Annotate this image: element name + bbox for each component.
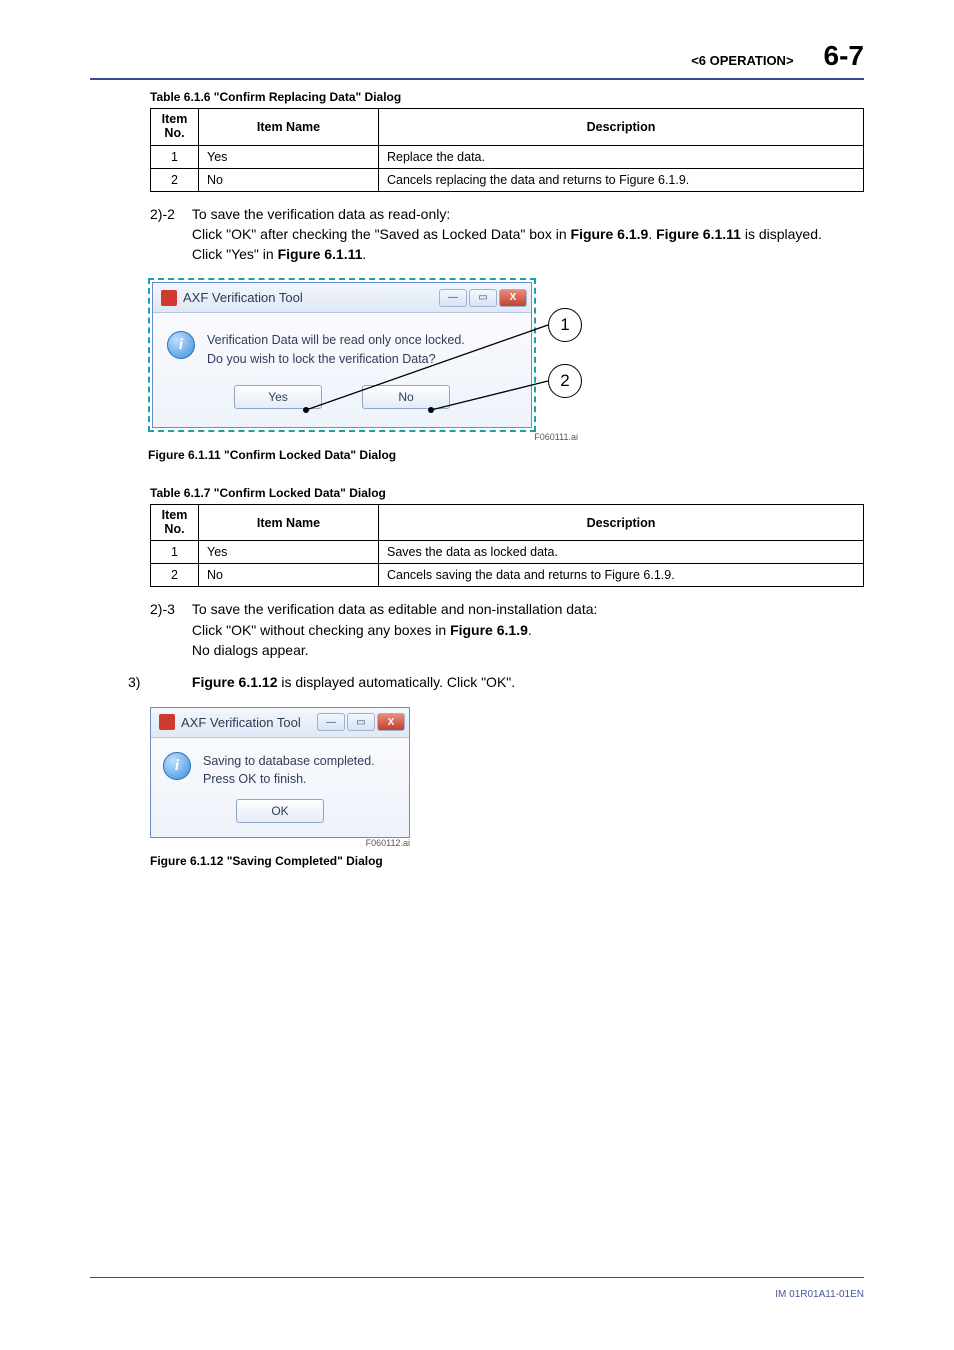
figure-ref: Figure 6.1.9: [571, 226, 649, 242]
step-text: Click "OK" after checking the "Saved as …: [192, 226, 571, 242]
step-text: is displayed automatically. Click "OK".: [277, 674, 515, 690]
dialog-message: Verification Data will be read only once…: [207, 333, 465, 347]
table-caption: Table 6.1.6 "Confirm Replacing Data" Dia…: [150, 90, 864, 104]
step-3: 3) Figure 6.1.12 is displayed automatica…: [128, 672, 864, 692]
figure-caption: Figure 6.1.12 "Saving Completed" Dialog: [150, 854, 864, 868]
close-button[interactable]: X: [377, 713, 405, 731]
figure-ref: Figure 6.1.12: [192, 674, 278, 690]
document-code: IM 01R01A11-01EN: [775, 1289, 864, 1300]
maximize-button[interactable]: ▭: [469, 289, 497, 307]
ok-button[interactable]: OK: [236, 799, 324, 823]
dialog-message: Saving to database completed.: [203, 754, 375, 768]
step-label: 2)-2: [150, 204, 188, 224]
dialog-titlebar: AXF Verification Tool — ▭ X: [153, 283, 531, 313]
dialog-message: Press OK to finish.: [203, 772, 307, 786]
minimize-button[interactable]: —: [317, 713, 345, 731]
figure-ref-code: F060111.ai: [148, 432, 578, 442]
cell-no: 1: [151, 145, 199, 168]
saving-completed-dialog: AXF Verification Tool — ▭ X i Saving to …: [150, 707, 410, 839]
dialog-message: Do you wish to lock the verification Dat…: [207, 352, 436, 366]
step-text: .: [362, 246, 366, 262]
app-icon: [159, 714, 175, 730]
cell-no: 2: [151, 168, 199, 191]
dialog-highlight-outline: AXF Verification Tool — ▭ X i Verificati…: [148, 278, 536, 432]
app-icon: [161, 290, 177, 306]
yes-button[interactable]: Yes: [234, 385, 322, 409]
minimize-button[interactable]: —: [439, 289, 467, 307]
cell-desc: Replace the data.: [379, 145, 864, 168]
cell-name: No: [199, 168, 379, 191]
header-rule: [90, 78, 864, 80]
step-text: .: [528, 622, 532, 638]
dialog-title: AXF Verification Tool: [181, 715, 301, 730]
step-text: Click "OK" without checking any boxes in: [192, 622, 450, 638]
cell-name: Yes: [199, 541, 379, 564]
cell-no: 2: [151, 564, 199, 587]
table-row: 1 Yes Saves the data as locked data.: [151, 541, 864, 564]
step-label: 2)-3: [150, 599, 188, 619]
table-caption: Table 6.1.7 "Confirm Locked Data" Dialog: [150, 486, 864, 500]
figure-ref: Figure 6.1.9: [450, 622, 528, 638]
figure-ref: Figure 6.1.11: [278, 246, 363, 262]
table-confirm-replacing: Item No. Item Name Description 1 Yes Rep…: [150, 108, 864, 192]
figure-ref: Figure 6.1.11: [656, 226, 741, 242]
info-icon: i: [167, 331, 195, 359]
step-label: 3): [128, 672, 188, 692]
step-text: No dialogs appear.: [192, 642, 309, 658]
footer-rule: [90, 1277, 864, 1278]
step-text: Click "Yes" in: [192, 246, 278, 262]
callout-2: 2: [548, 364, 582, 398]
col-description: Description: [379, 109, 864, 146]
dialog-title: AXF Verification Tool: [183, 290, 303, 305]
page-number: 6-7: [824, 40, 864, 72]
cell-desc: Saves the data as locked data.: [379, 541, 864, 564]
step-2-3: 2)-3 To save the verification data as ed…: [150, 599, 864, 660]
cell-desc: Cancels saving the data and returns to F…: [379, 564, 864, 587]
table-row: 2 No Cancels replacing the data and retu…: [151, 168, 864, 191]
cell-desc: Cancels replacing the data and returns t…: [379, 168, 864, 191]
table-row: 2 No Cancels saving the data and returns…: [151, 564, 864, 587]
maximize-button[interactable]: ▭: [347, 713, 375, 731]
col-item-name: Item Name: [199, 504, 379, 541]
table-confirm-locked: Item No. Item Name Description 1 Yes Sav…: [150, 504, 864, 588]
cell-no: 1: [151, 541, 199, 564]
col-item-no: Item No.: [151, 109, 199, 146]
info-icon: i: [163, 752, 191, 780]
step-text: To save the verification data as read-on…: [192, 206, 450, 222]
table-row: 1 Yes Replace the data.: [151, 145, 864, 168]
col-description: Description: [379, 504, 864, 541]
close-button[interactable]: X: [499, 289, 527, 307]
step-text: To save the verification data as editabl…: [192, 601, 598, 617]
dialog-titlebar: AXF Verification Tool — ▭ X: [151, 708, 409, 738]
cell-name: Yes: [199, 145, 379, 168]
col-item-name: Item Name: [199, 109, 379, 146]
step-2-2: 2)-2 To save the verification data as re…: [150, 204, 864, 265]
confirm-locked-dialog: AXF Verification Tool — ▭ X i Verificati…: [152, 282, 532, 428]
step-text: is displayed.: [741, 226, 822, 242]
no-button[interactable]: No: [362, 385, 450, 409]
col-item-no: Item No.: [151, 504, 199, 541]
section-label: <6 OPERATION>: [691, 53, 793, 68]
cell-name: No: [199, 564, 379, 587]
step-text: .: [648, 226, 656, 242]
callout-1: 1: [548, 308, 582, 342]
figure-caption: Figure 6.1.11 "Confirm Locked Data" Dial…: [148, 448, 864, 462]
figure-ref-code: F060112.ai: [150, 838, 410, 848]
